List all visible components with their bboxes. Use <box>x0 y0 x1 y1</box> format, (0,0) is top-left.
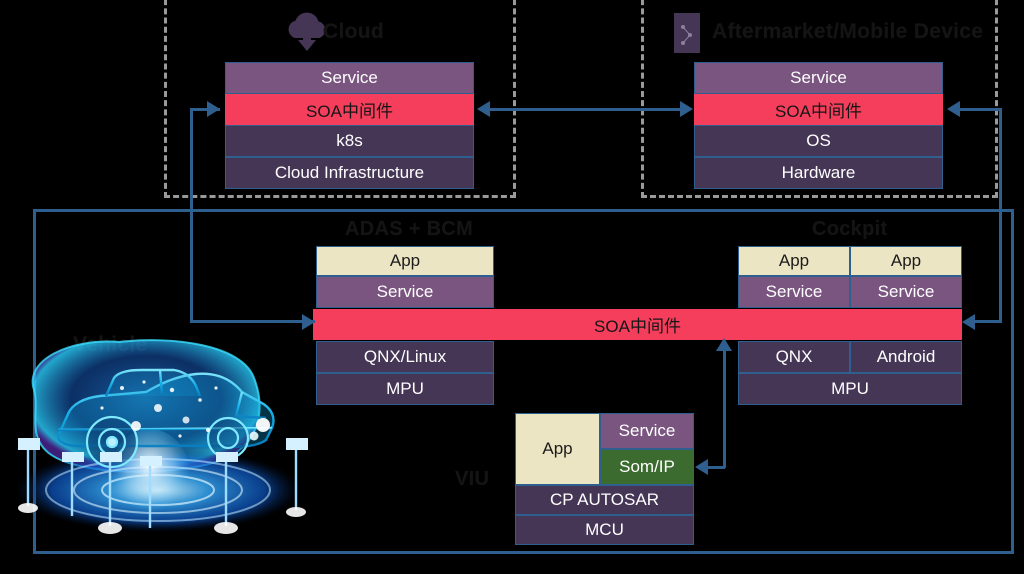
aftermarket-layer-service: Service <box>694 62 943 94</box>
architecture-diagram: Cloud Service SOA中间件 k8s Cloud Infrastru… <box>0 0 1024 574</box>
viu-layer-service: Service <box>600 413 694 449</box>
cockpit-left-service: Service <box>738 276 850 308</box>
viu-group-title: VIU <box>455 468 490 490</box>
cockpit-left-service-label: Service <box>765 282 823 301</box>
arrow-right-icon <box>207 101 220 117</box>
arrow-right-icon <box>680 101 693 117</box>
aftermarket-layer-hardware: Hardware <box>694 157 943 189</box>
cloud-layer-k8s: k8s <box>225 125 474 157</box>
arrow-right-icon <box>302 314 315 330</box>
arrow-left-icon <box>477 101 490 117</box>
adas-layer-app: App <box>316 246 494 276</box>
cockpit-right-android-label: Android <box>876 347 936 366</box>
cloud-group-title: Cloud <box>323 20 384 43</box>
soa-middleware-bus: SOA中间件 <box>313 309 962 340</box>
cockpit-group-title: Cockpit <box>812 218 888 240</box>
cloud-layer-k8s-label: k8s <box>336 131 363 150</box>
holographic-car-icon <box>10 330 330 545</box>
arrow-left-icon <box>695 459 708 475</box>
cockpit-left-qnx: QNX <box>738 341 850 373</box>
arrow-up-icon <box>716 338 732 351</box>
adas-layer-mpu: MPU <box>316 373 494 405</box>
cloud-layer-infrastructure: Cloud Infrastructure <box>225 157 474 189</box>
cockpit-right-service-label: Service <box>877 282 935 301</box>
cockpit-left-app-label: App <box>778 251 810 270</box>
adas-layer-qnx-linux: QNX/Linux <box>316 341 494 373</box>
adas-layer-service: Service <box>316 276 494 308</box>
cockpit-right-android: Android <box>850 341 962 373</box>
aftermarket-layer-os-label: OS <box>806 131 831 150</box>
aftermarket-layer-os: OS <box>694 125 943 157</box>
viu-layer-app-label: App <box>542 439 573 458</box>
cockpit-layer-mpu: MPU <box>738 373 962 405</box>
adas-layer-qnx-linux-label: QNX/Linux <box>363 347 447 366</box>
adas-layer-service-label: Service <box>376 282 434 301</box>
viu-layer-someip: Som/IP <box>600 449 694 485</box>
aftermarket-group-title: Aftermarket/Mobile Device <box>712 20 984 43</box>
aftermarket-layer-soa: SOA中间件 <box>694 94 943 125</box>
cloud-layer-service-label: Service <box>321 68 378 87</box>
cloud-layer-infrastructure-label: Cloud Infrastructure <box>274 163 425 182</box>
mobile-device-icon <box>674 13 700 53</box>
viu-layer-app: App <box>515 413 600 485</box>
soa-middleware-bus-label: SOA中间件 <box>594 317 681 336</box>
viu-layer-cp-autosar: CP AUTOSAR <box>515 485 694 515</box>
cloud-layer-soa: SOA中间件 <box>225 94 474 125</box>
viu-layer-cp-autosar-label: CP AUTOSAR <box>550 490 659 509</box>
aftermarket-layer-hardware-label: Hardware <box>781 163 856 182</box>
cockpit-layer-mpu-label: MPU <box>831 379 869 398</box>
adas-layer-mpu-label: MPU <box>386 379 424 398</box>
arrow-left-icon <box>947 101 960 117</box>
cloud-layer-service: Service <box>225 62 474 94</box>
adas-group-title: ADAS + BCM <box>345 218 474 240</box>
aftermarket-layer-soa-label: SOA中间件 <box>775 102 862 121</box>
viu-layer-mcu: MCU <box>515 515 694 545</box>
viu-layer-someip-label: Som/IP <box>619 457 675 476</box>
viu-layer-service-label: Service <box>618 421 676 440</box>
cloud-layer-soa-label: SOA中间件 <box>306 102 393 121</box>
viu-layer-mcu-label: MCU <box>585 520 624 539</box>
cockpit-right-app: App <box>850 246 962 276</box>
adas-layer-app-label: App <box>389 251 421 270</box>
aftermarket-layer-service-label: Service <box>790 68 847 87</box>
cockpit-left-qnx-label: QNX <box>775 347 813 366</box>
cockpit-right-app-label: App <box>890 251 922 270</box>
cockpit-right-service: Service <box>850 276 962 308</box>
cockpit-left-app: App <box>738 246 850 276</box>
arrow-left-icon <box>962 314 975 330</box>
